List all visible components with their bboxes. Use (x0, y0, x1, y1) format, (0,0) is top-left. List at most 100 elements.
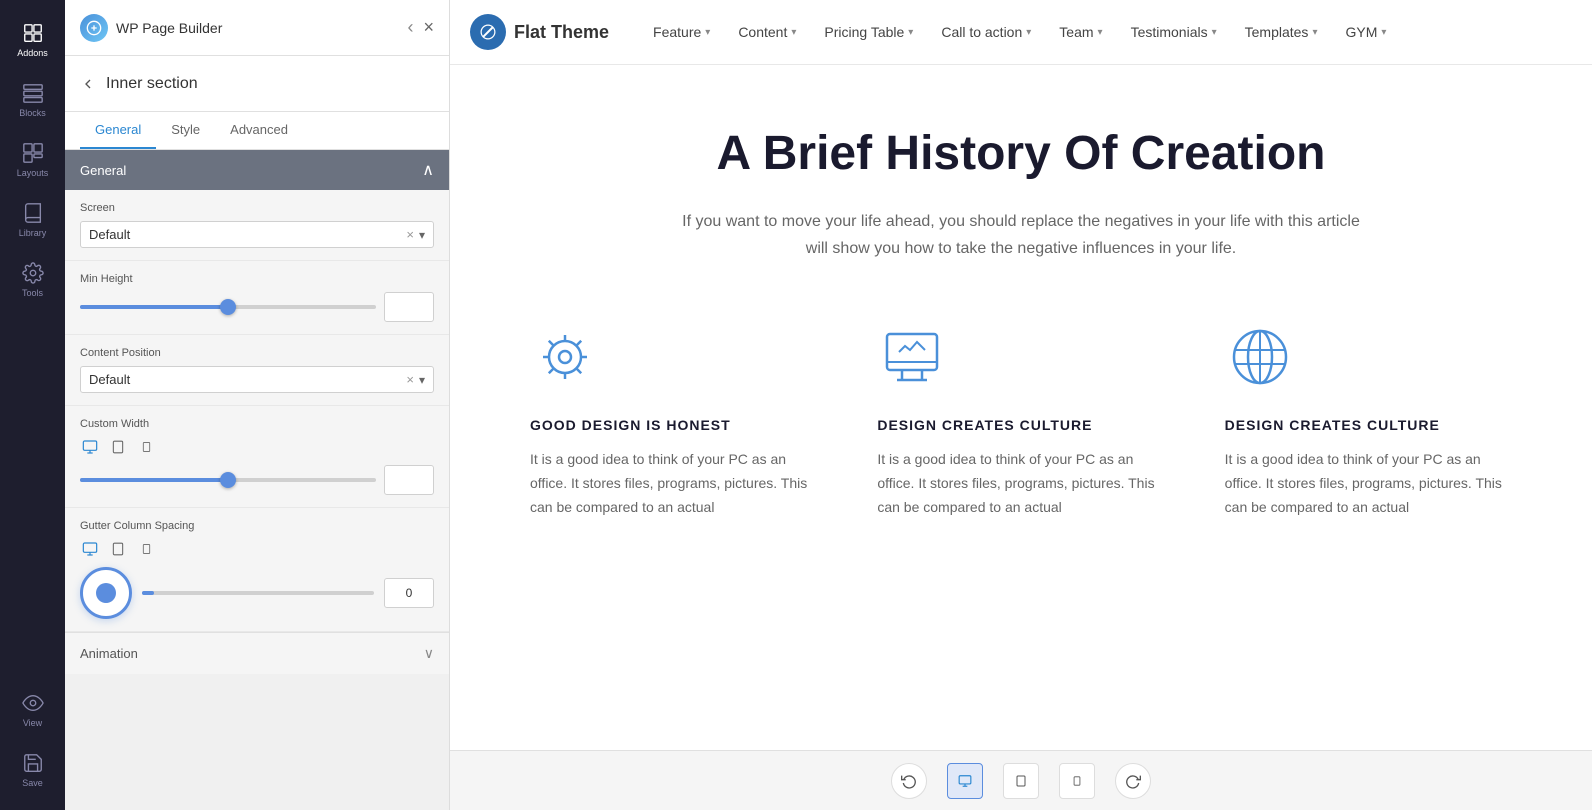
panel-content: General ∧ Screen Default × ▾ Min Height (65, 150, 449, 810)
general-section-header: General ∧ (65, 150, 449, 190)
custom-width-thumb[interactable] (220, 472, 236, 488)
custom-width-track (80, 478, 376, 482)
desktop-icon[interactable] (80, 437, 100, 457)
nav-logo[interactable]: Flat Theme (470, 14, 609, 50)
gutter-input[interactable]: 0 (384, 578, 434, 608)
tablet-icon[interactable] (108, 437, 128, 457)
custom-width-input[interactable] (384, 465, 434, 495)
general-section-toggle[interactable]: ∧ (422, 160, 434, 180)
min-height-slider[interactable] (80, 297, 376, 317)
nav-item-testimonials-label: Testimonials (1131, 24, 1208, 40)
nav-item-gym[interactable]: GYM ▾ (1331, 0, 1400, 65)
cards-row: GOOD DESIGN IS HONEST It is a good idea … (530, 322, 1512, 519)
content-position-select[interactable]: Default × ▾ (80, 366, 434, 393)
hero-title: A Brief History Of Creation (530, 125, 1512, 183)
nav-item-team-label: Team (1059, 24, 1093, 40)
back-button[interactable] (80, 76, 96, 92)
nav-item-gym-label: GYM (1345, 24, 1377, 40)
screen-field-group: Screen Default × ▾ (65, 190, 449, 261)
bottom-desktop-button[interactable] (947, 763, 983, 799)
custom-width-fill (80, 478, 228, 482)
animation-section[interactable]: Animation ∨ (65, 632, 449, 674)
screen-dropdown-icon[interactable]: ▾ (419, 228, 425, 242)
card-1: GOOD DESIGN IS HONEST It is a good idea … (530, 322, 817, 519)
content-position-value: Default (89, 372, 406, 387)
sidebar-item-tools[interactable]: Tools (0, 250, 65, 310)
min-height-field-group: Min Height (65, 261, 449, 335)
sidebar-item-blocks[interactable]: Blocks (0, 70, 65, 130)
tab-general[interactable]: General (80, 112, 156, 149)
bottom-tablet-button[interactable] (1003, 763, 1039, 799)
card-3-title: DESIGN CREATES CULTURE (1225, 417, 1512, 433)
custom-width-field-group: Custom Width (65, 406, 449, 508)
sidebar-item-save[interactable]: Save (0, 740, 65, 800)
general-section-title: General (80, 163, 126, 178)
nav-item-cta[interactable]: Call to action ▾ (927, 0, 1045, 65)
card-2: DESIGN CREATES CULTURE It is a good idea… (877, 322, 1164, 519)
bottom-bar (450, 750, 1592, 810)
hero-subtitle: If you want to move your life ahead, you… (671, 208, 1371, 262)
content-position-clear-icon[interactable]: × (406, 372, 414, 387)
gutter-desktop-icon[interactable] (80, 539, 100, 559)
nav-item-testimonials[interactable]: Testimonials ▾ (1117, 0, 1231, 65)
custom-width-device-row (80, 437, 434, 457)
min-height-track (80, 305, 376, 309)
custom-width-label: Custom Width (80, 418, 434, 430)
sidebar-item-addons[interactable]: Addons (0, 10, 65, 70)
panel-collapse-button[interactable]: ‹ (407, 17, 413, 38)
content-position-label: Content Position (80, 347, 434, 359)
nav-item-feature[interactable]: Feature ▾ (639, 0, 724, 65)
screen-clear-icon[interactable]: × (406, 227, 414, 242)
card-1-text: It is a good idea to think of your PC as… (530, 448, 817, 519)
min-height-fill (80, 305, 228, 309)
gutter-mobile-icon[interactable] (136, 539, 156, 559)
nav-item-cta-label: Call to action (941, 24, 1022, 40)
gutter-field-group: Gutter Column Spacing (65, 508, 449, 632)
panel-tabs: General Style Advanced (65, 112, 449, 150)
min-height-thumb[interactable] (220, 299, 236, 315)
sidebar-item-view-label: View (23, 718, 42, 728)
gutter-tablet-icon[interactable] (108, 539, 128, 559)
nav-item-feature-label: Feature (653, 24, 701, 40)
sidebar-item-blocks-label: Blocks (19, 108, 46, 118)
gutter-circular-thumb[interactable] (80, 567, 132, 619)
tab-advanced[interactable]: Advanced (215, 112, 303, 149)
nav-item-cta-chevron: ▾ (1026, 27, 1031, 38)
card-2-title: DESIGN CREATES CULTURE (877, 417, 1164, 433)
wp-header-title: WP Page Builder (116, 20, 222, 36)
custom-width-slider[interactable] (80, 470, 376, 490)
main-area: Flat Theme Feature ▾ Content ▾ Pricing T… (450, 0, 1592, 810)
animation-label: Animation (80, 646, 138, 661)
screen-select[interactable]: Default × ▾ (80, 221, 434, 248)
sidebar-item-view[interactable]: View (0, 680, 65, 740)
sidebar-item-layouts[interactable]: Layouts (0, 130, 65, 190)
sidebar-item-library[interactable]: Library (0, 190, 65, 250)
mobile-icon[interactable] (136, 437, 156, 457)
nav-item-content[interactable]: Content ▾ (724, 0, 810, 65)
nav-item-pricing[interactable]: Pricing Table ▾ (810, 0, 927, 65)
tab-style[interactable]: Style (156, 112, 215, 149)
nav-item-team[interactable]: Team ▾ (1045, 0, 1116, 65)
nav-item-templates-label: Templates (1245, 24, 1309, 40)
icon-sidebar: Addons Blocks Layouts Library Tools (0, 0, 65, 810)
nav-item-pricing-label: Pricing Table (824, 24, 904, 40)
sidebar-item-library-label: Library (19, 228, 47, 238)
animation-toggle-icon[interactable]: ∨ (424, 645, 434, 662)
nav-item-templates-chevron: ▾ (1312, 27, 1317, 38)
nav-item-templates[interactable]: Templates ▾ (1231, 0, 1332, 65)
card-3: DESIGN CREATES CULTURE It is a good idea… (1225, 322, 1512, 519)
min-height-label: Min Height (80, 273, 434, 285)
content-position-dropdown-icon[interactable]: ▾ (419, 373, 425, 387)
card-2-icon (877, 322, 947, 392)
nav-logo-text: Flat Theme (514, 22, 609, 43)
undo-button[interactable] (891, 763, 927, 799)
panel-close-button[interactable]: × (423, 17, 434, 38)
min-height-input[interactable] (384, 292, 434, 322)
gutter-fill (142, 591, 154, 595)
content-position-field-group: Content Position Default × ▾ (65, 335, 449, 406)
card-3-text: It is a good idea to think of your PC as… (1225, 448, 1512, 519)
sidebar-item-tools-label: Tools (22, 288, 43, 298)
screen-label: Screen (80, 202, 434, 214)
bottom-mobile-button[interactable] (1059, 763, 1095, 799)
redo-button[interactable] (1115, 763, 1151, 799)
